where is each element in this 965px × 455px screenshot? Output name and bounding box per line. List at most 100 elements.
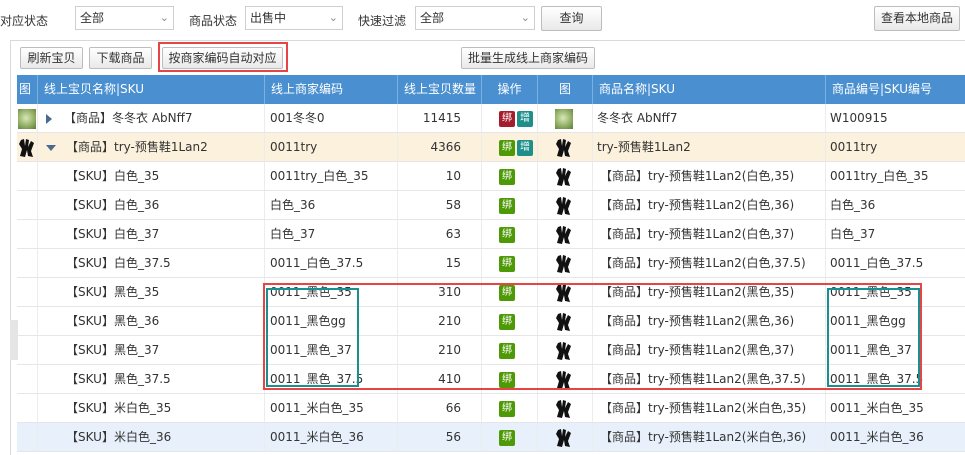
goods-no-cell: 0011_白色_37.5	[826, 249, 965, 277]
col-header-actions[interactable]: 操作	[482, 75, 538, 104]
quick-filter-value: 全部	[420, 11, 445, 25]
expand-down-icon[interactable]	[46, 144, 56, 151]
bind-button[interactable]: 绑	[499, 284, 515, 301]
expand-right-icon[interactable]	[46, 113, 52, 124]
online-qty-text: 11415	[422, 111, 461, 125]
goods-no-cell: 0011_米白色_36	[826, 423, 965, 451]
goods-image-cell	[538, 423, 593, 451]
goods-name-cell: 【商品】try-预售鞋1Lan2(米白色,36)	[593, 423, 826, 451]
table-row[interactable]: 【SKU】白色_37 白色_37 63 绑 【商品】try-预售鞋1Lan2(白色,37…	[17, 220, 965, 249]
bind-button[interactable]: 绑	[499, 371, 515, 388]
table-row[interactable]: 【SKU】白色_37.5 0011_白色_37.5 15 绑 【商品】try-预售鞋1L…	[17, 249, 965, 278]
online-name-cell: 【SKU】黑色_36	[38, 307, 265, 335]
batch-generate-code-button[interactable]: 批量生成线上商家编码	[461, 47, 595, 69]
bind-button[interactable]: 绑	[499, 313, 515, 330]
bind-button[interactable]: 绑	[499, 168, 515, 185]
table-row[interactable]: 【SKU】白色_35 0011try_白色_35 10 绑 【商品】try-预售鞋1La…	[17, 162, 965, 191]
collapse-handle[interactable]	[10, 320, 18, 360]
table-row[interactable]: 【SKU】黑色_37.5 0011_黑色_37.5 410 绑 【商品】try-预售鞋1…	[17, 365, 965, 394]
col-header-image[interactable]: 图	[17, 75, 38, 104]
row-image-cell	[17, 133, 38, 161]
goods-image-cell	[538, 278, 593, 306]
goods-name-cell: 【商品】try-预售鞋1Lan2(白色,37.5)	[593, 249, 826, 277]
goods-no-cell: 白色_36	[826, 191, 965, 219]
goods-name-cell: 【商品】try-预售鞋1Lan2(白色,37)	[593, 220, 826, 248]
online-code-cell: 0011_黑色_37	[265, 336, 398, 364]
table-row[interactable]: 【SKU】米白色_36 0011_米白色_36 56 绑 【商品】try-预售鞋1Lan…	[17, 423, 965, 452]
bind-button[interactable]: 绑	[499, 139, 515, 156]
bind-button[interactable]: 绑	[499, 197, 515, 214]
goods-no-text: 0011_米白色_36	[830, 430, 924, 444]
goods-name-cell: 【商品】try-预售鞋1Lan2(黑色,37.5)	[593, 365, 826, 393]
goods-no-text: 0011try_白色_35	[830, 169, 929, 183]
goods-no-cell: 0011_黑色_35	[826, 278, 965, 306]
goods-name-text: 【商品】try-预售鞋1Lan2(白色,37.5)	[600, 256, 806, 270]
bind-button[interactable]: 绑	[499, 400, 515, 417]
row-image-cell	[17, 336, 38, 364]
view-local-goods-button[interactable]: 查看本地商品	[874, 6, 960, 31]
online-name-text: 【SKU】黑色_36	[66, 314, 160, 328]
online-name-text: 【SKU】白色_35	[66, 169, 160, 183]
table-row[interactable]: 【商品】冬冬衣 AbNff7 001冬冬0 11415 绑增 冬冬衣 AbNff7 W10…	[17, 104, 965, 133]
goods-thumbnail-icon	[555, 225, 573, 245]
goods-image-cell	[538, 365, 593, 393]
query-button[interactable]: 查询	[541, 6, 602, 31]
actions-cell: 绑	[482, 162, 538, 190]
goods-no-text: 0011_黑色_37.5	[830, 372, 924, 386]
online-code-cell: 白色_37	[265, 220, 398, 248]
online-name-text: 【SKU】米白色_36	[66, 430, 172, 444]
refresh-items-button[interactable]: 刷新宝贝	[20, 47, 83, 69]
goods-name-text: 【商品】try-预售鞋1Lan2(黑色,35)	[600, 285, 795, 299]
bind-button[interactable]: 绑	[499, 226, 515, 243]
goods-name-text: 【商品】try-预售鞋1Lan2(黑色,36)	[600, 314, 795, 328]
quick-filter-select[interactable]: 全部 ⌄	[415, 6, 535, 30]
goods-no-cell: 0011_黑色_37.5	[826, 365, 965, 393]
online-qty-text: 58	[445, 198, 461, 212]
online-qty-cell: 210	[398, 307, 482, 335]
table-row[interactable]: 【SKU】白色_36 白色_36 58 绑 【商品】try-预售鞋1Lan2(白色,36…	[17, 191, 965, 220]
bind-button[interactable]: 绑	[499, 255, 515, 272]
table-row[interactable]: 【SKU】黑色_37 0011_黑色_37 210 绑 【商品】try-预售鞋1Lan2…	[17, 336, 965, 365]
goods-no-text: 0011_米白色_35	[830, 401, 924, 415]
online-qty-cell: 10	[398, 162, 482, 190]
goods-thumbnail-icon	[555, 196, 573, 216]
online-qty-cell: 4366	[398, 133, 482, 161]
col-header-online-qty[interactable]: 线上宝贝数量	[398, 75, 482, 104]
online-name-cell: 【SKU】黑色_37	[38, 336, 265, 364]
goods-thumbnail-icon	[555, 312, 573, 332]
bind-button[interactable]: 绑	[499, 110, 515, 127]
online-qty-text: 310	[438, 285, 461, 299]
auto-match-button[interactable]: 按商家编码自动对应	[162, 47, 283, 69]
col-header-goods-image[interactable]: 图	[538, 75, 593, 104]
table-row[interactable]: 【商品】try-预售鞋1Lan2 0011try 4366 绑增 try-预售鞋1Lan…	[17, 133, 965, 162]
col-header-goods-no[interactable]: 商品编号|SKU编号	[826, 75, 965, 104]
row-image-cell	[17, 307, 38, 335]
bind-button[interactable]: 绑	[499, 342, 515, 359]
online-code-text: 白色_37	[270, 227, 316, 241]
row-image-cell	[17, 365, 38, 393]
table-row[interactable]: 【SKU】黑色_36 0011_黑色gg 210 绑 【商品】try-预售鞋1Lan2(…	[17, 307, 965, 336]
actions-cell: 绑	[482, 365, 538, 393]
col-header-online-code[interactable]: 线上商家编码	[265, 75, 398, 104]
actions-cell: 绑	[482, 220, 538, 248]
table-row[interactable]: 【SKU】黑色_35 0011_黑色_35 310 绑 【商品】try-预售鞋1Lan2…	[17, 278, 965, 307]
col-header-goods-name[interactable]: 商品名称|SKU	[593, 75, 826, 104]
col-header-online-name[interactable]: 线上宝贝名称|SKU	[38, 75, 265, 104]
actions-cell: 绑	[482, 307, 538, 335]
actions-cell: 绑	[482, 191, 538, 219]
status-filter-select[interactable]: 全部 ⌄	[75, 6, 174, 30]
bind-button[interactable]: 绑	[499, 429, 515, 446]
add-button[interactable]: 增	[517, 139, 533, 156]
online-name-text: 【SKU】黑色_35	[66, 285, 160, 299]
goods-status-select[interactable]: 出售中 ⌄	[245, 6, 343, 30]
online-name-cell: 【SKU】米白色_36	[38, 423, 265, 451]
online-qty-text: 15	[445, 256, 461, 270]
goods-no-text: 白色_37	[830, 227, 876, 241]
online-qty-text: 410	[438, 372, 461, 386]
download-goods-button[interactable]: 下载商品	[89, 47, 152, 69]
online-name-cell: 【SKU】白色_36	[38, 191, 265, 219]
online-code-text: 白色_36	[270, 198, 316, 212]
table-row[interactable]: 【SKU】米白色_35 0011_米白色_35 66 绑 【商品】try-预售鞋1Lan…	[17, 394, 965, 423]
add-button[interactable]: 增	[517, 110, 533, 127]
goods-thumbnail-icon	[555, 341, 573, 361]
